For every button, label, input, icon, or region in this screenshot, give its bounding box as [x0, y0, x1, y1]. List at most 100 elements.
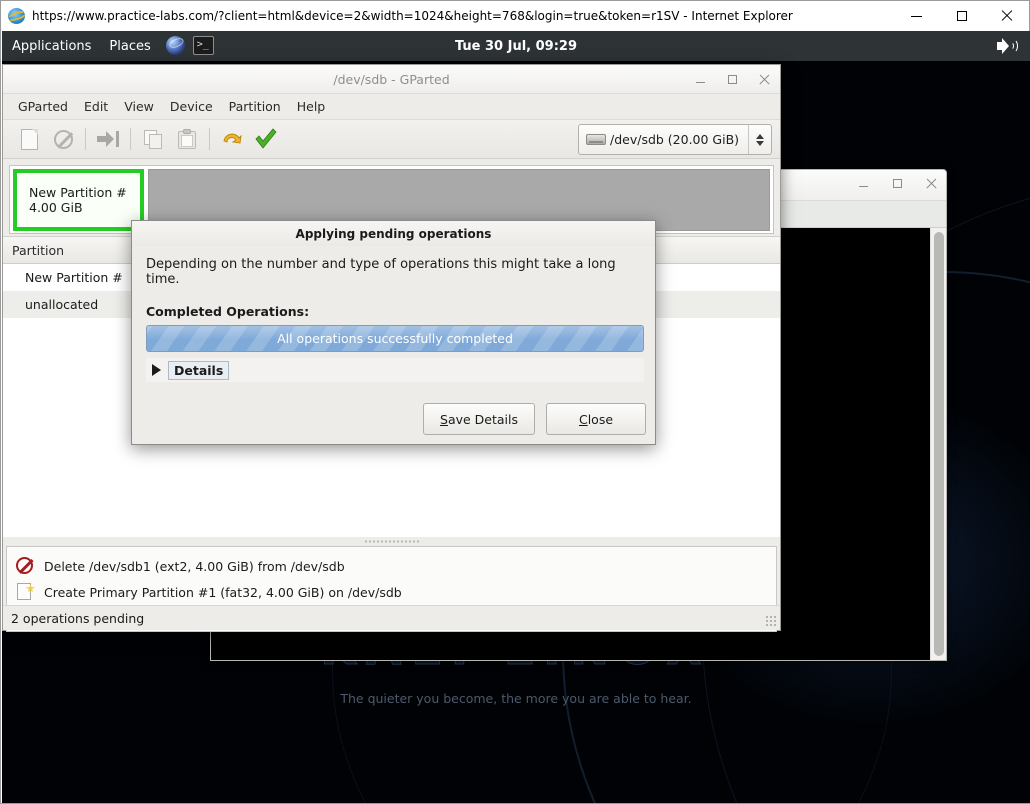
terminal-maximize-button[interactable]	[888, 174, 906, 192]
terminal-scrollbar[interactable]	[930, 228, 946, 660]
dialog-title: Applying pending operations	[296, 227, 492, 241]
maximize-icon	[957, 11, 967, 21]
window-resize-grip[interactable]	[765, 615, 777, 627]
partition-graphic-block-selected[interactable]: New Partition # 4.00 GiB	[13, 169, 144, 231]
minimize-icon	[696, 82, 705, 83]
close-accesskey: C	[579, 412, 588, 427]
toolbar-separator-2	[130, 128, 131, 150]
save-details-label: ave Details	[448, 412, 518, 427]
menu-partition[interactable]: Partition	[221, 96, 289, 117]
terminal-scrollbar-thumb[interactable]	[934, 232, 944, 656]
device-selector-spinner[interactable]	[748, 125, 771, 154]
partition-graphic-size: 4.00 GiB	[29, 200, 140, 215]
resize-move-button[interactable]	[91, 122, 125, 156]
toolbar-separator-3	[209, 128, 210, 150]
new-partition-button[interactable]	[12, 122, 46, 156]
menu-device[interactable]: Device	[162, 96, 221, 117]
list-item[interactable]: Create Primary Partition #1 (fat32, 4.00…	[7, 579, 776, 605]
wallpaper-tagline: The quieter you become, the more you are…	[2, 691, 1030, 706]
applying-operations-dialog: Applying pending operations Depending on…	[131, 220, 656, 445]
applications-menu[interactable]: Applications	[4, 36, 99, 57]
toolbar-separator-1	[85, 128, 86, 150]
new-document-icon	[21, 129, 38, 150]
partition-graphic-name: New Partition #	[29, 185, 140, 200]
menu-gparted[interactable]: GParted	[10, 96, 76, 117]
browser-minimize-button[interactable]	[894, 1, 939, 31]
device-selector-label: /dev/sdb (20.00 GiB)	[610, 132, 739, 147]
status-text: 2 operations pending	[11, 611, 144, 626]
close-icon	[759, 74, 770, 85]
details-expander[interactable]: Details	[146, 358, 644, 382]
list-item[interactable]: Delete /dev/sdb1 (ext2, 4.00 GiB) from /…	[7, 553, 776, 579]
progress-bar-text: All operations successfully completed	[277, 331, 513, 346]
dialog-description: Depending on the number and type of oper…	[146, 257, 646, 287]
dialog-titlebar[interactable]: Applying pending operations	[132, 221, 655, 246]
browser-window: https://www.practice-labs.com/?client=ht…	[0, 0, 1030, 804]
gparted-menubar: GParted Edit View Device Partition Help	[3, 94, 780, 120]
create-partition-icon	[15, 582, 35, 602]
chevron-down-icon	[756, 141, 764, 146]
save-details-button[interactable]: Save Details	[423, 403, 535, 435]
terminal-close-button[interactable]	[922, 174, 940, 192]
paste-icon	[178, 129, 196, 149]
delete-prohibited-icon	[54, 130, 73, 149]
close-icon	[1001, 10, 1013, 22]
chevron-up-icon	[756, 134, 764, 139]
operations-pane-splitter[interactable]	[3, 537, 780, 546]
undo-button[interactable]	[215, 122, 249, 156]
menu-help[interactable]: Help	[289, 96, 334, 117]
apply-button[interactable]	[249, 122, 283, 156]
menu-view[interactable]: View	[116, 96, 162, 117]
paste-button[interactable]	[170, 122, 204, 156]
operation-text: Delete /dev/sdb1 (ext2, 4.00 GiB) from /…	[44, 559, 345, 574]
gparted-window-title: /dev/sdb - GParted	[333, 72, 449, 87]
minimize-icon	[859, 186, 868, 187]
menu-edit[interactable]: Edit	[76, 96, 116, 117]
green-check-icon	[254, 128, 278, 150]
remote-desktop-viewport: KALI LINUX The quieter you become, the m…	[2, 31, 1030, 803]
terminal-minimize-button[interactable]	[854, 174, 872, 192]
maximize-icon	[893, 179, 902, 188]
operation-text: Create Primary Partition #1 (fat32, 4.00…	[44, 585, 402, 600]
gparted-maximize-button[interactable]	[723, 70, 741, 88]
arrow-to-bar-icon	[97, 131, 119, 147]
completed-operations-label: Completed Operations:	[146, 304, 309, 319]
progress-bar: All operations successfully completed	[146, 325, 644, 352]
gparted-titlebar[interactable]: /dev/sdb - GParted	[3, 65, 780, 94]
gparted-statusbar: 2 operations pending	[3, 605, 780, 630]
desktop-top-panel: Applications Places >_ Tue 30 Jul, 09:29	[2, 31, 1030, 61]
undo-arrow-icon	[221, 129, 243, 149]
browser-titlebar: https://www.practice-labs.com/?client=ht…	[1, 1, 1029, 31]
delete-prohibited-icon	[15, 556, 35, 576]
browser-close-button[interactable]	[984, 1, 1029, 31]
chevron-right-icon	[152, 364, 161, 376]
browser-window-controls	[894, 1, 1029, 31]
gparted-toolbar: /dev/sdb (20.00 GiB)	[3, 120, 780, 159]
splitter-grip-icon	[364, 540, 420, 543]
device-selector[interactable]: /dev/sdb (20.00 GiB)	[578, 124, 772, 155]
volume-icon[interactable]	[996, 35, 1020, 57]
gparted-window-controls	[691, 70, 773, 88]
minimize-icon	[911, 16, 922, 17]
maximize-icon	[728, 75, 737, 84]
browser-title: https://www.practice-labs.com/?client=ht…	[32, 9, 793, 23]
copy-button[interactable]	[136, 122, 170, 156]
hard-disk-icon	[586, 133, 606, 146]
gparted-close-button[interactable]	[755, 70, 773, 88]
gparted-minimize-button[interactable]	[691, 70, 709, 88]
close-icon	[926, 178, 937, 189]
internet-explorer-icon	[8, 7, 26, 25]
details-toggle-label[interactable]: Details	[168, 361, 229, 380]
places-menu[interactable]: Places	[101, 36, 158, 57]
close-label: lose	[588, 412, 613, 427]
copy-icon	[144, 130, 163, 149]
globe-icon[interactable]	[165, 35, 187, 57]
gparted-window: /dev/sdb - GParted GParted Edit View Dev…	[2, 64, 781, 631]
terminal-window-controls	[854, 174, 940, 192]
browser-maximize-button[interactable]	[939, 1, 984, 31]
close-button[interactable]: Close	[546, 403, 646, 435]
delete-partition-button[interactable]	[46, 122, 80, 156]
terminal-icon[interactable]: >_	[193, 35, 215, 57]
dialog-action-buttons: Save Details Close	[423, 403, 646, 435]
save-details-accesskey: S	[440, 412, 448, 427]
